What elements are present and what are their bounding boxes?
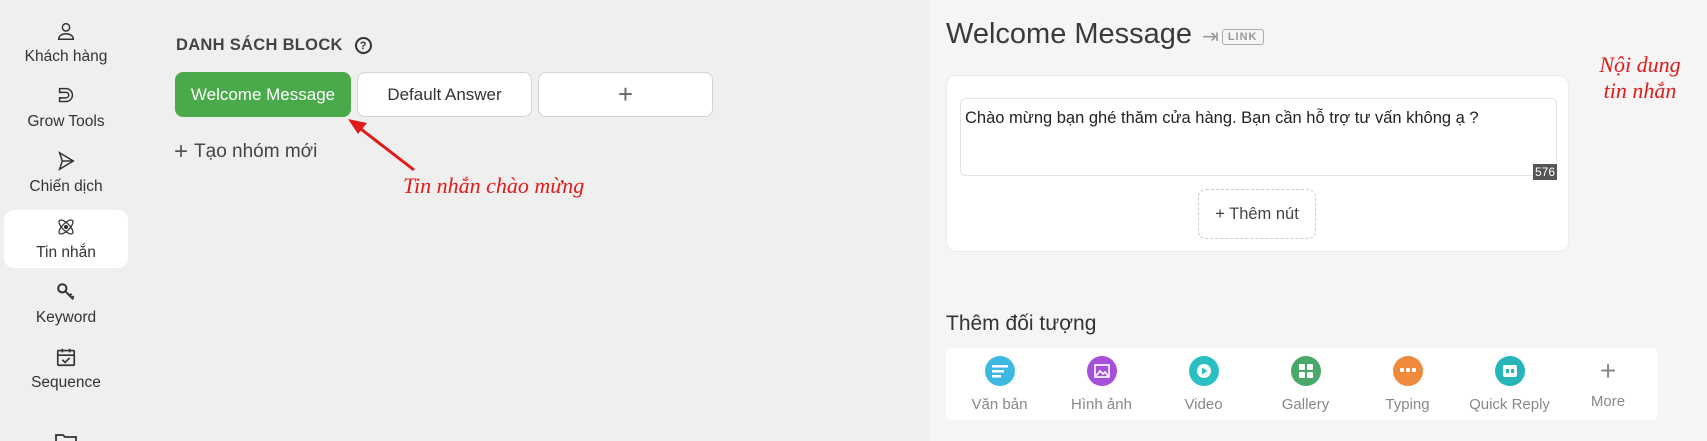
char-counter: 576 — [1532, 164, 1557, 180]
object-tile-more[interactable]: + More — [1558, 348, 1658, 420]
object-tile-label: Video — [1184, 395, 1223, 413]
block-list-title: DANH SÁCH BLOCK ? — [176, 36, 372, 55]
sidebar-item-label: Chiến dịch — [29, 178, 103, 195]
add-object-title: Thêm đối tượng — [946, 312, 1097, 335]
object-tile-typing[interactable]: Typing — [1354, 348, 1461, 420]
annotation-content-line1: Nội dung — [1599, 52, 1681, 77]
annotation-content: Nội dung tin nhắn — [1585, 52, 1695, 104]
sidebar-item-label: Sequence — [31, 374, 101, 391]
editor-title: Welcome Message — [946, 18, 1193, 50]
object-tile-image[interactable]: Hình ảnh — [1048, 348, 1155, 420]
magnet-icon — [58, 87, 74, 103]
block-welcome-message[interactable]: Welcome Message — [175, 72, 351, 117]
link-arrow-icon: ⇥ — [1202, 26, 1219, 48]
link-button[interactable]: ⇥ LINK — [1202, 24, 1264, 49]
sidebar-item-label: Khách hàng — [24, 48, 108, 65]
typing-dots-icon — [1392, 355, 1423, 386]
image-icon — [1086, 355, 1117, 386]
add-block-button[interactable]: + — [538, 72, 713, 117]
key-icon — [57, 283, 75, 301]
object-tile-quick-reply[interactable]: Quick Reply — [1456, 348, 1563, 420]
gallery-grid-icon — [1290, 355, 1321, 386]
sidebar-item-keyword[interactable]: Keyword — [4, 275, 128, 333]
add-button-button[interactable]: + Thêm nút — [1198, 189, 1316, 239]
message-text-input[interactable]: Chào mừng bạn ghé thăm cửa hàng. Bạn cần… — [960, 98, 1557, 180]
block-list-heading: DANH SÁCH BLOCK — [176, 36, 343, 54]
video-play-icon — [1188, 355, 1219, 386]
sidebar-item-tin-nhan[interactable]: Tin nhắn — [4, 210, 128, 268]
sidebar-item-chien-dich[interactable]: Chiến dịch — [4, 144, 128, 202]
object-tile-label: Gallery — [1281, 395, 1330, 413]
sidebar-item-grow-tools[interactable]: Grow Tools — [4, 79, 128, 137]
folder-icon — [55, 434, 77, 441]
plus-icon: + — [1599, 354, 1617, 386]
object-tile-video[interactable]: Video — [1150, 348, 1257, 420]
plus-icon: + — [174, 138, 189, 165]
annotation-content-line2: tin nhắn — [1603, 78, 1677, 103]
block-default-answer[interactable]: Default Answer — [357, 72, 532, 117]
object-tile-label: More — [1590, 392, 1626, 410]
calendar-check-icon — [56, 348, 76, 367]
link-badge-label: LINK — [1221, 28, 1264, 45]
sidebar-item-khach-hang[interactable]: Khách hàng — [4, 14, 128, 72]
object-tile-gallery[interactable]: Gallery — [1252, 348, 1359, 420]
new-group-label: Tạo nhóm mới — [194, 141, 318, 162]
message-text: Chào mừng bạn ghé thăm cửa hàng. Bạn cần… — [965, 109, 1479, 127]
object-tile-text[interactable]: Văn bản — [946, 348, 1053, 420]
message-card: Chào mừng bạn ghé thăm cửa hàng. Bạn cần… — [946, 75, 1569, 252]
editor-title-row: Welcome Message ⇥ LINK — [946, 18, 1264, 51]
user-icon — [57, 22, 75, 40]
sidebar-item-label: Keyword — [35, 309, 97, 326]
help-icon[interactable]: ? — [354, 37, 372, 54]
sidebar: Khách hàng Grow Tools Chiến dịch Tin nhắ… — [0, 0, 135, 441]
send-icon — [58, 151, 75, 171]
annotation-welcome: Tin nhắn chào mừng — [403, 173, 585, 198]
object-tile-label: Typing — [1385, 395, 1430, 413]
object-tile-label: Hình ảnh — [1071, 395, 1132, 413]
quick-reply-icon — [1494, 355, 1525, 386]
atom-icon — [58, 219, 74, 235]
object-tile-label: Văn bản — [971, 395, 1028, 413]
sidebar-item-label: Grow Tools — [27, 113, 105, 130]
arrow-welcome — [348, 119, 415, 172]
object-tile-label: Quick Reply — [1469, 395, 1550, 413]
new-group-button[interactable]: + Tạo nhóm mới — [174, 138, 317, 166]
text-icon — [984, 355, 1015, 386]
sidebar-item-sequence[interactable]: Sequence — [4, 340, 128, 398]
sidebar-item-label: Tin nhắn — [36, 244, 96, 261]
